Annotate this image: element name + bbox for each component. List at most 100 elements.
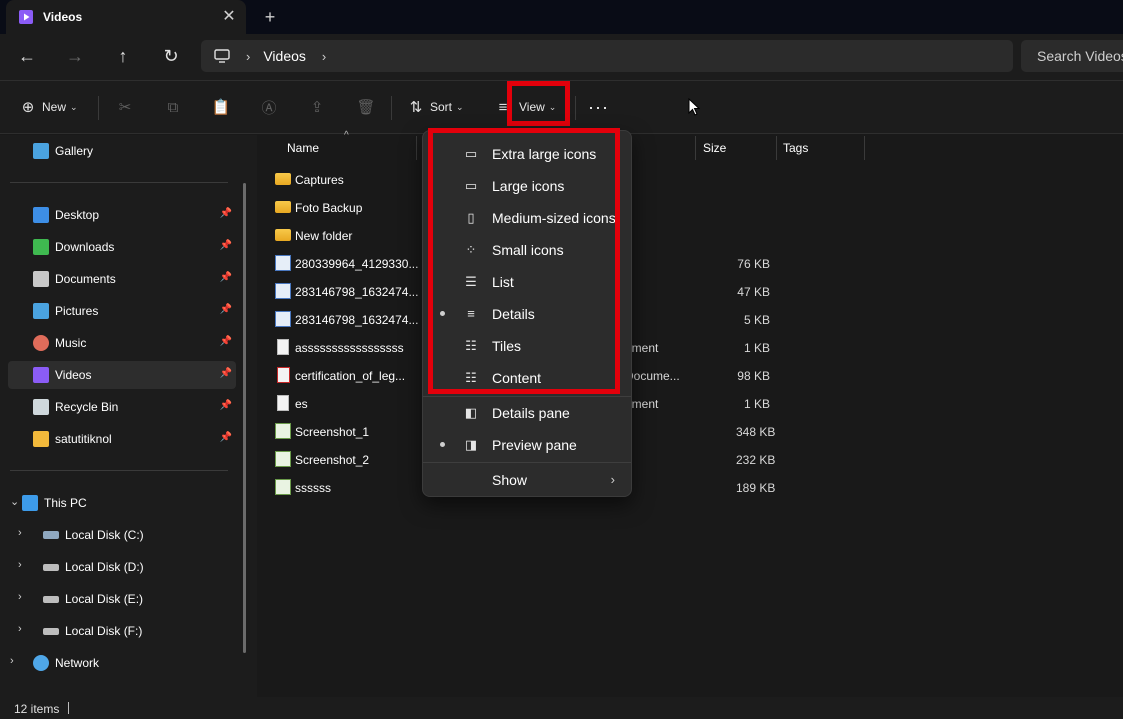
- menu-item-details-pane[interactable]: ◧ Details pane: [423, 397, 631, 429]
- sidebar-item-drive-c[interactable]: › Local Disk (C:): [8, 521, 236, 549]
- sidebar-item-pictures[interactable]: Pictures 📌: [8, 297, 236, 325]
- pin-icon[interactable]: 📌: [220, 432, 232, 443]
- music-icon: [33, 335, 49, 351]
- sidebar-item-desktop[interactable]: Desktop 📌: [8, 201, 236, 229]
- png-file-icon: [275, 423, 291, 439]
- file-size: 348 KB: [736, 425, 776, 439]
- menu-item-show[interactable]: Show ›: [423, 464, 631, 496]
- column-divider[interactable]: [864, 136, 865, 160]
- back-button[interactable]: ←: [12, 41, 42, 71]
- menu-item-label: Details pane: [492, 405, 570, 421]
- copy-button[interactable]: ⧉: [163, 94, 183, 120]
- image-file-icon: [275, 311, 291, 327]
- column-divider[interactable]: [695, 136, 696, 160]
- sidebar-item-recycle-bin[interactable]: Recycle Bin 📌: [8, 393, 236, 421]
- new-button[interactable]: ⊕ New ⌄: [18, 94, 78, 120]
- text-file-icon: [277, 339, 289, 355]
- breadcrumb-videos[interactable]: Videos: [263, 48, 306, 64]
- sidebar-item-label: This PC: [44, 496, 87, 510]
- pin-icon[interactable]: 📌: [220, 336, 232, 347]
- file-name: ssssss: [295, 481, 331, 495]
- search-input[interactable]: Search Videos: [1021, 40, 1123, 72]
- new-tab-button[interactable]: +: [258, 6, 282, 28]
- sidebar-item-label: Local Disk (C:): [65, 528, 144, 542]
- chevron-right-icon[interactable]: ›: [18, 559, 22, 571]
- file-name: asssssssssssssssss: [295, 341, 404, 355]
- file-name: es: [295, 397, 308, 411]
- pin-icon[interactable]: 📌: [220, 368, 232, 379]
- sidebar-item-satutitiknol[interactable]: satutitiknol 📌: [8, 425, 236, 453]
- menu-item-label: Preview pane: [492, 437, 577, 453]
- rename-icon: Ⓐ: [261, 99, 277, 117]
- sidebar-item-label: Gallery: [55, 144, 94, 158]
- refresh-button[interactable]: ↻: [156, 41, 186, 71]
- sidebar-item-drive-e[interactable]: › Local Disk (E:): [8, 585, 236, 613]
- pin-icon[interactable]: 📌: [220, 304, 232, 315]
- up-button[interactable]: ↑: [108, 41, 138, 71]
- plus-circle-icon: ⊕: [21, 99, 35, 116]
- sort-ascending-icon: ^: [344, 130, 349, 141]
- column-header-tags[interactable]: Tags: [783, 141, 808, 155]
- share-button[interactable]: ⇪: [307, 94, 327, 120]
- navigation-pane: Gallery Desktop 📌 Downloads 📌 Documents …: [0, 135, 257, 697]
- pin-icon[interactable]: 📌: [220, 240, 232, 251]
- sidebar-item-downloads[interactable]: Downloads 📌: [8, 233, 236, 261]
- forward-button[interactable]: →: [60, 41, 90, 71]
- file-type: Docume...: [625, 369, 680, 383]
- rename-button[interactable]: Ⓐ: [259, 94, 279, 120]
- this-pc-icon: [214, 49, 230, 63]
- chevron-right-icon[interactable]: ›: [18, 623, 22, 635]
- sidebar-item-drive-d[interactable]: › Local Disk (D:): [8, 553, 236, 581]
- delete-button[interactable]: 🗑: [356, 94, 376, 120]
- chevron-right-icon[interactable]: ›: [18, 527, 22, 539]
- chevron-down-icon[interactable]: ⌄: [10, 495, 19, 508]
- column-divider[interactable]: [416, 136, 417, 160]
- sidebar-item-label: Videos: [55, 368, 92, 382]
- cut-button[interactable]: ✂: [115, 94, 135, 120]
- png-file-icon: [275, 451, 291, 467]
- menu-divider: [423, 462, 631, 463]
- chevron-right-icon[interactable]: ›: [322, 49, 326, 64]
- chevron-right-icon[interactable]: ›: [10, 655, 14, 667]
- layout-options-highlight: [428, 128, 620, 394]
- drive-icon: [43, 531, 59, 539]
- sidebar-item-label: Music: [55, 336, 87, 350]
- sidebar-scrollbar[interactable]: [243, 183, 246, 653]
- sidebar-item-network[interactable]: › Network: [8, 649, 236, 677]
- toolbar-divider: [391, 96, 392, 120]
- pin-icon[interactable]: 📌: [220, 272, 232, 283]
- chevron-right-icon: ›: [610, 472, 615, 487]
- videos-folder-icon: [19, 10, 33, 24]
- chevron-right-icon[interactable]: ›: [18, 591, 22, 603]
- sidebar-item-drive-f[interactable]: › Local Disk (F:): [8, 617, 236, 645]
- pin-icon[interactable]: 📌: [220, 400, 232, 411]
- toolbar-divider: [98, 96, 99, 120]
- file-name: Foto Backup: [295, 201, 363, 215]
- pdf-file-icon: [277, 367, 290, 383]
- close-icon[interactable]: ✕: [219, 7, 239, 27]
- pin-icon[interactable]: 📌: [220, 208, 232, 219]
- more-options-button[interactable]: ···: [588, 94, 609, 120]
- recycle-bin-icon: [33, 399, 49, 415]
- videos-icon: [33, 367, 49, 383]
- network-icon: [33, 655, 49, 671]
- tab-videos[interactable]: Videos ✕: [6, 0, 246, 34]
- pictures-icon: [33, 303, 49, 319]
- file-name: 280339964_4129330...: [295, 257, 419, 271]
- sidebar-item-this-pc[interactable]: ⌄ This PC: [8, 489, 236, 517]
- sidebar-item-gallery[interactable]: Gallery: [8, 137, 236, 165]
- sidebar-item-videos[interactable]: Videos 📌: [8, 361, 236, 389]
- preview-pane-icon: ◨: [464, 437, 478, 452]
- sidebar-item-documents[interactable]: Documents 📌: [8, 265, 236, 293]
- address-bar[interactable]: › Videos ›: [201, 40, 1013, 72]
- menu-item-label: Show: [492, 472, 528, 488]
- chevron-down-icon: ⌄: [456, 101, 464, 112]
- menu-item-preview-pane[interactable]: ◨ Preview pane: [423, 429, 631, 461]
- column-header-size[interactable]: Size: [703, 141, 726, 155]
- sort-button[interactable]: ⇅ Sort ⌄: [406, 94, 464, 120]
- sidebar-item-music[interactable]: Music 📌: [8, 329, 236, 357]
- column-divider[interactable]: [776, 136, 777, 160]
- file-name: certification_of_leg...: [295, 369, 406, 383]
- column-header-name[interactable]: Name: [287, 141, 319, 155]
- paste-button[interactable]: 📋: [211, 94, 231, 120]
